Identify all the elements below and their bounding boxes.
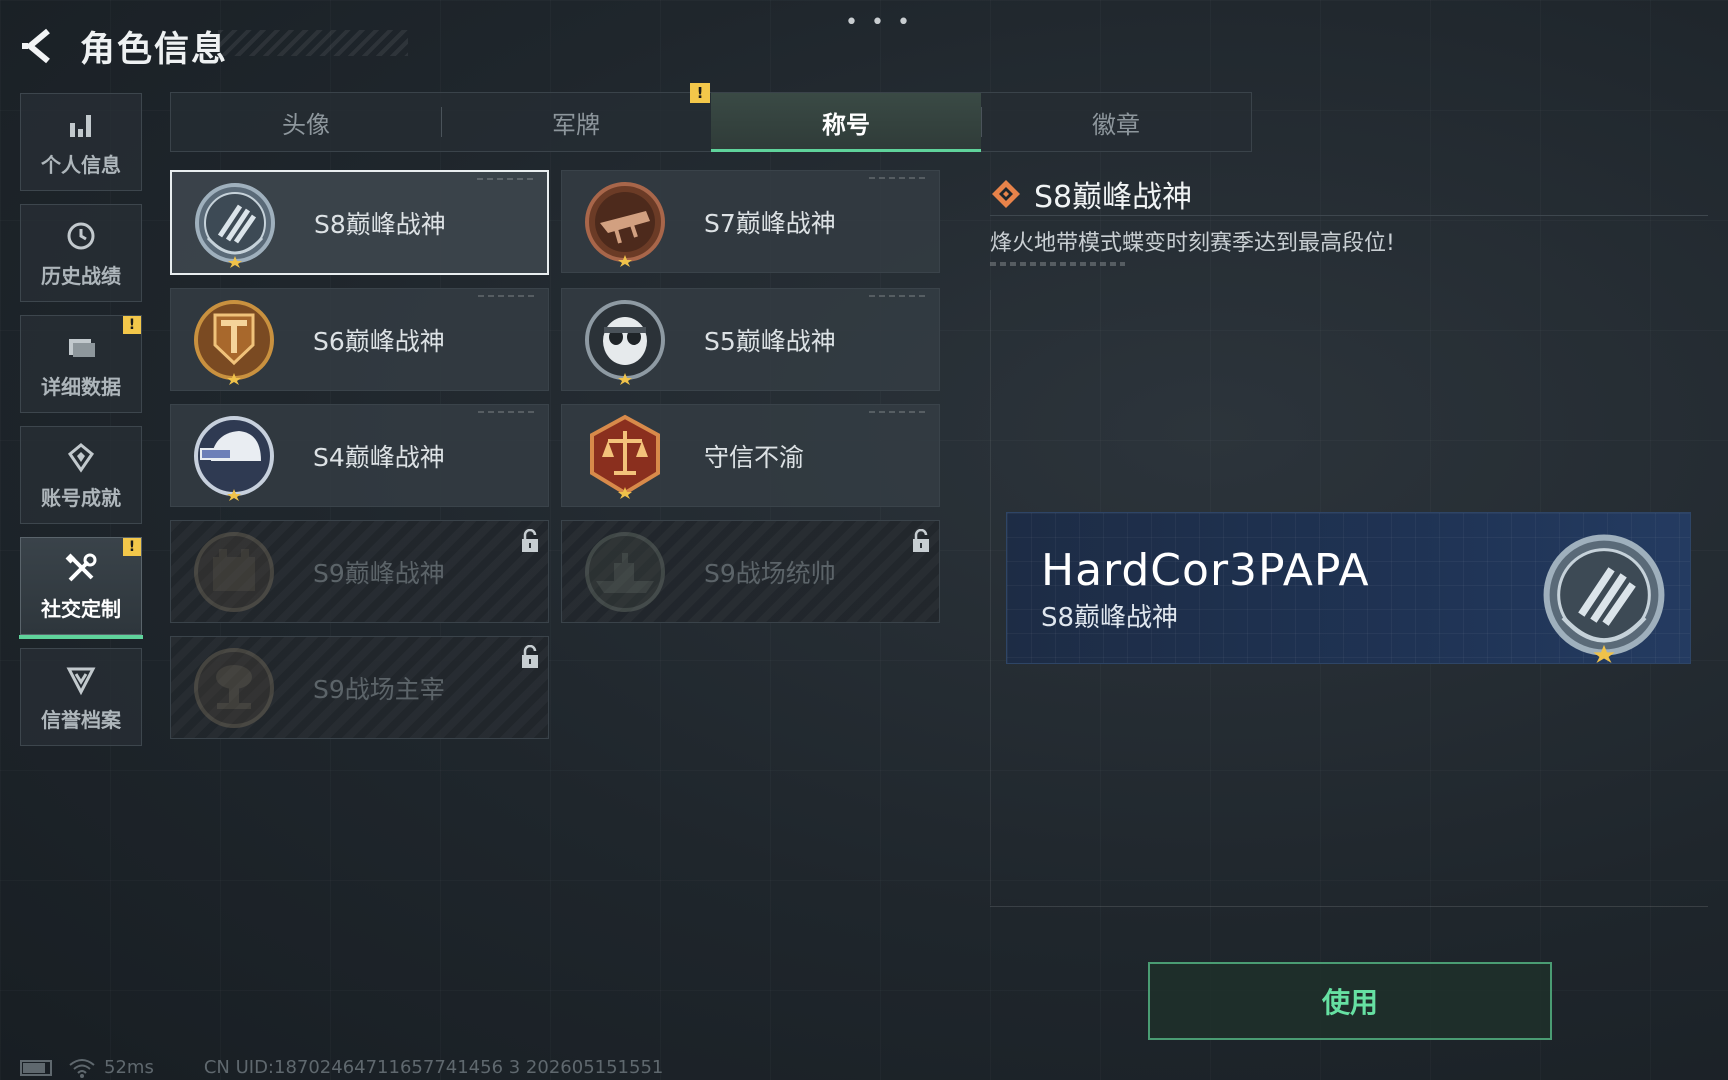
alert-badge: ! [123,538,141,556]
sidebar-item-profile[interactable]: 个人信息 [20,93,142,191]
title-name: S9战场统帅 [704,558,836,588]
s5-emblem-icon [585,299,665,385]
s9-ship-emblem-icon [585,531,665,612]
tab-title[interactable]: 称号 [711,93,981,152]
sidebar-item-achievements[interactable]: 账号成就 [20,426,142,524]
title-name: S5巅峰战神 [704,326,836,356]
sidebar-item-label: 个人信息 [41,152,121,177]
title-card-keep-faith[interactable]: 守信不渝 [561,404,940,507]
s9-nuke-emblem-icon [194,647,274,728]
player-name: HardCor3PAPA [1041,545,1370,596]
card-decoration [478,295,538,297]
s7-emblem-icon [585,181,665,267]
card-decoration [869,411,929,413]
description-decoration [990,262,1125,266]
sidebar-item-credit[interactable]: 信誉档案 [20,648,142,746]
page-title: 角色信息 [80,29,229,70]
title-decoration [218,30,408,56]
lock-icon [522,529,538,552]
card-decoration [869,295,929,297]
s4-emblem-icon [194,415,274,501]
detail-description: 烽火地带模式蝶变时刻赛季达到最高段位! [990,231,1395,256]
title-name: S8巅峰战神 [314,209,446,239]
title-name: S9巅峰战神 [313,558,445,588]
title-name: S9战场主宰 [313,674,445,704]
use-button[interactable]: 使用 [1148,962,1552,1040]
nameplate-preview: HardCor3PAPA S8巅峰战神 [1006,512,1691,664]
s9-emblem-icon [194,531,274,612]
credit-icon [63,662,99,698]
scales-emblem-icon [590,414,660,499]
title-card-s9-commander-locked[interactable]: S9战场统帅 [561,520,940,623]
sidebar-item-label: 历史战绩 [41,263,121,288]
alert-badge: ! [123,316,141,334]
back-arrow-icon [22,28,50,64]
tab-dogtag[interactable]: 军牌 [441,93,711,151]
title-name: S6巅峰战神 [313,326,445,356]
sidebar: 个人信息 历史战绩 ! 详细数据 账号成就 ! 社交定制 信誉档案 [19,93,144,759]
uid-text: CN UID:18702464711657741456 3 2026051515… [203,1057,664,1078]
card-decoration [478,411,538,413]
title-card-s5[interactable]: S5巅峰战神 [561,288,940,391]
sidebar-item-label: 社交定制 [41,596,121,621]
card-decoration [869,177,929,179]
title-list: S8巅峰战神 S7巅峰战神 S6巅峰战神 S5巅峰战神 S4巅峰战神 守信不渝 … [170,170,940,739]
sidebar-item-label: 详细数据 [41,374,121,399]
tools-icon [63,551,99,587]
card-decoration [477,178,537,180]
sidebar-item-social-custom[interactable]: ! 社交定制 [19,537,143,639]
sidebar-item-history[interactable]: 历史战绩 [20,204,142,302]
title-card-s8[interactable]: S8巅峰战神 [170,170,549,275]
history-icon [63,218,99,254]
ping-value: 52ms [104,1057,154,1078]
category-tabs: 头像 军牌 称号 徽章 [170,92,1252,152]
divider [990,215,1708,216]
header: 角色信息 [18,18,228,74]
title-card-s7[interactable]: S7巅峰战神 [561,170,940,273]
title-name: 守信不渝 [704,442,805,472]
back-button[interactable] [18,24,62,68]
more-options-icon[interactable]: • • • [845,10,913,35]
title-name: S4巅峰战神 [313,442,445,472]
title-name: S7巅峰战神 [704,208,836,238]
tab-avatar[interactable]: 头像 [171,93,441,151]
bar-chart-icon [63,107,99,143]
s8-emblem-icon [1543,534,1665,663]
tab-badge[interactable]: 徽章 [981,93,1251,151]
sidebar-item-label: 信誉档案 [41,707,121,732]
detail-header: S8巅峰战神 [990,172,1192,216]
sidebar-item-details[interactable]: ! 详细数据 [20,315,142,413]
title-card-s4[interactable]: S4巅峰战神 [170,404,549,507]
divider [990,906,1708,907]
title-card-s9-locked[interactable]: S9巅峰战神 [170,520,549,623]
alert-badge: ! [690,83,710,103]
status-bar: 52ms CN UID:18702464711657741456 3 20260… [20,1057,663,1078]
player-title: S8巅峰战神 [1041,603,1179,633]
lock-icon [913,529,929,552]
folder-icon [63,329,99,365]
battery-icon [20,1059,52,1076]
title-card-s6[interactable]: S6巅峰战神 [170,288,549,391]
wifi-icon [69,1058,95,1078]
s6-emblem-icon [194,299,274,385]
lock-icon [522,645,538,668]
sidebar-item-label: 账号成就 [41,485,121,510]
diamond-icon [992,180,1020,208]
achievement-icon [63,440,99,476]
title-card-s9-dominator-locked[interactable]: S9战场主宰 [170,636,549,739]
detail-title: S8巅峰战神 [1034,180,1193,215]
s8-emblem-icon [195,182,275,268]
